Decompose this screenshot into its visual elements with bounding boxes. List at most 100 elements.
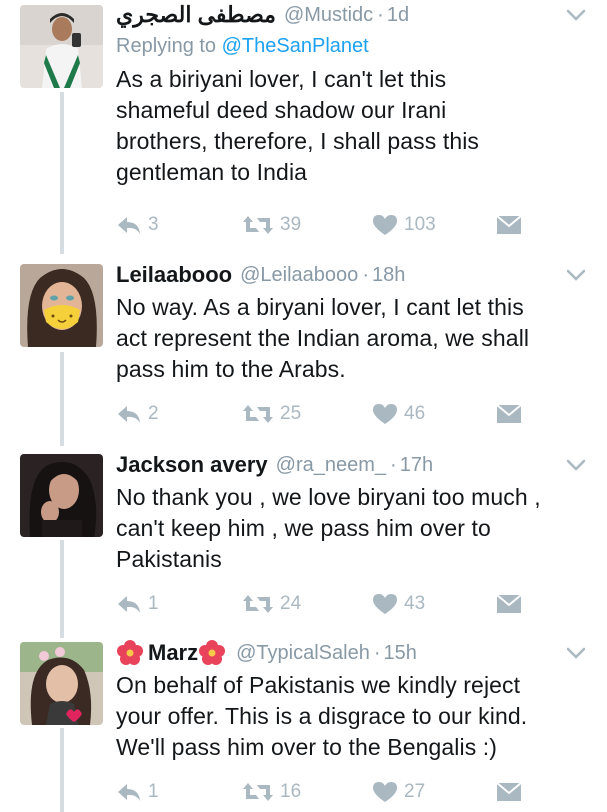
tweet-text-line: can't keep him , we pass him over to <box>116 515 491 541</box>
avatar-image <box>20 454 103 537</box>
reply-count: 2 <box>148 403 159 424</box>
retweet-button[interactable]: 16 <box>242 777 301 807</box>
tweet-text-line: pass him to the Arabs. <box>116 356 346 382</box>
avatar[interactable] <box>20 5 103 88</box>
envelope-icon <box>496 782 522 801</box>
reply-icon <box>118 596 140 613</box>
retweet-button[interactable]: 25 <box>242 399 301 429</box>
direct-message-button[interactable] <box>496 210 528 240</box>
separator-dot: · <box>390 454 397 476</box>
chevron-down-icon[interactable] <box>565 4 587 26</box>
tweet-text-line: gentleman to India <box>116 159 308 185</box>
user-handle[interactable]: @Leilaabooo <box>240 260 358 290</box>
tweet-text-line: brothers, therefore, I shall pass this <box>116 128 480 154</box>
display-name[interactable]: مصطفى الصجري <box>116 0 276 30</box>
heart-icon <box>373 404 397 424</box>
avatar-image <box>20 642 103 725</box>
thread-line <box>60 728 64 812</box>
thread-line <box>60 92 64 254</box>
tweet-text-line: As a biriyani lover, I can't let this <box>116 66 447 92</box>
reply-icon <box>118 784 140 801</box>
reply-button[interactable]: 1 <box>116 777 159 807</box>
like-button[interactable]: 43 <box>372 589 425 619</box>
avatar-image <box>20 5 103 88</box>
user-handle[interactable]: @ra_neem_ <box>276 450 386 480</box>
heart-icon <box>373 594 397 614</box>
tweet-text-line: Pakistanis <box>116 546 222 572</box>
tweet-actions: 2 25 46 <box>116 399 546 429</box>
chevron-down-icon[interactable] <box>565 642 587 664</box>
reply-button[interactable]: 2 <box>116 399 159 429</box>
thread-line <box>60 352 64 446</box>
tweet-text: As a biriyani lover, I can't let this sh… <box>116 64 587 188</box>
like-count: 46 <box>404 403 426 424</box>
retweet-button[interactable]: 39 <box>242 210 301 240</box>
retweet-icon <box>243 405 273 423</box>
reply-count: 1 <box>148 593 159 614</box>
replying-to: Replying to @TheSanPlanet <box>116 32 587 60</box>
tweet-text-line: No way. As a biryani lover, I cant let t… <box>116 294 524 320</box>
like-count: 103 <box>404 214 436 235</box>
chevron-down-icon[interactable] <box>565 454 587 476</box>
envelope-icon <box>496 404 522 423</box>
display-name[interactable]: Leilaabooo <box>116 260 232 290</box>
separator-dot: · <box>362 264 369 286</box>
tweet-text: No thank you , we love biryani too much … <box>116 482 587 575</box>
like-count: 43 <box>404 593 426 614</box>
timestamp[interactable]: 17h <box>400 450 433 480</box>
reply-icon <box>118 406 140 423</box>
replying-to-handle[interactable]: @TheSanPlanet <box>222 35 369 57</box>
reply-button[interactable]: 1 <box>116 589 159 619</box>
hibiscus-emoji-icon <box>117 640 143 665</box>
timestamp[interactable]: 15h <box>384 638 417 668</box>
retweet-button[interactable]: 24 <box>242 589 301 619</box>
tweet-text-line: your offer. This is a disgrace to our ki… <box>116 703 528 729</box>
direct-message-button[interactable] <box>496 589 528 619</box>
replying-to-label: Replying to <box>116 35 222 57</box>
reply-button[interactable]: 3 <box>116 210 159 240</box>
avatar[interactable] <box>20 642 103 725</box>
avatar[interactable] <box>20 454 103 537</box>
tweet-text-line: On behalf of Pakistanis we kindly reject <box>116 672 521 698</box>
timestamp[interactable]: 18h <box>372 260 405 290</box>
reply-icon <box>118 217 140 234</box>
retweet-icon <box>243 783 273 801</box>
timestamp[interactable]: 1d <box>387 0 409 30</box>
heart-icon <box>373 215 397 235</box>
tweet-text: No way. As a biryani lover, I cant let t… <box>116 292 587 385</box>
tweet-actions: 1 24 43 <box>116 589 546 619</box>
tweet-text-line: We'll pass him over to the Bengalis :) <box>116 734 498 760</box>
tweet-text-line: act represent the Indian aroma, we shall <box>116 325 530 351</box>
like-button[interactable]: 27 <box>372 777 425 807</box>
avatar[interactable] <box>20 264 103 347</box>
retweet-count: 24 <box>280 593 302 614</box>
tweet-text-line: shameful deed shadow our Irani <box>116 97 447 123</box>
hibiscus-emoji-icon <box>199 640 226 665</box>
separator-dot: · <box>373 642 381 664</box>
retweet-count: 39 <box>280 214 302 235</box>
direct-message-button[interactable] <box>496 777 528 807</box>
reply-count: 1 <box>148 781 159 802</box>
chevron-down-icon[interactable] <box>565 264 587 286</box>
retweet-icon <box>243 216 273 234</box>
retweet-count: 16 <box>280 781 302 802</box>
envelope-icon <box>496 215 522 234</box>
retweet-icon <box>243 595 273 613</box>
display-name[interactable]: Jackson avery <box>116 450 268 480</box>
tweet-text: On behalf of Pakistanis we kindly reject… <box>116 670 587 763</box>
like-count: 27 <box>404 781 426 802</box>
like-button[interactable]: 46 <box>372 399 425 429</box>
user-handle[interactable]: @Mustidc <box>284 0 373 30</box>
tweet-actions: 1 16 27 <box>116 777 546 807</box>
tweet-text-line: No thank you , we love biryani too much … <box>116 484 541 510</box>
display-name[interactable]: Marz <box>148 638 198 668</box>
thread-line <box>60 540 64 638</box>
avatar-image <box>20 264 103 347</box>
separator-dot: · <box>377 4 384 26</box>
direct-message-button[interactable] <box>496 399 528 429</box>
tweet-actions: 3 39 103 <box>116 210 546 240</box>
reply-count: 3 <box>148 214 159 235</box>
like-button[interactable]: 103 <box>372 210 436 240</box>
heart-icon <box>373 782 397 802</box>
user-handle[interactable]: @TypicalSaleh <box>236 638 370 668</box>
